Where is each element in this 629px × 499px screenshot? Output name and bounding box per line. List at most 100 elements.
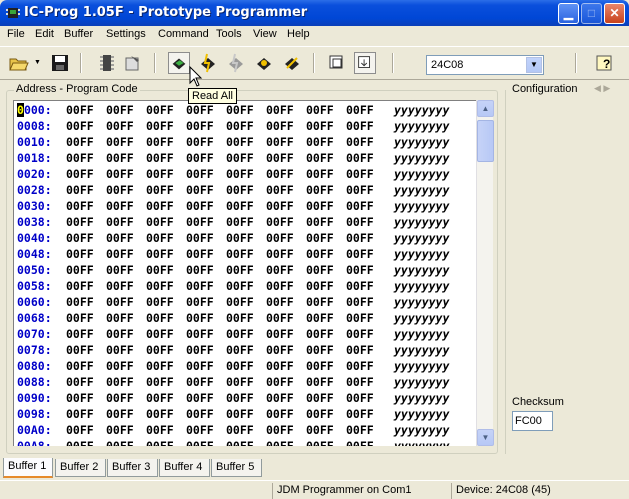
menu-settings[interactable]: Settings [106, 28, 146, 40]
hex-cell[interactable]: 00FF [226, 135, 254, 149]
hex-cell[interactable]: 00FF [226, 167, 254, 181]
hex-cell[interactable]: 00FF [146, 183, 174, 197]
hex-cell[interactable]: 00FF [186, 327, 214, 341]
hex-cell[interactable]: 00FF [146, 311, 174, 325]
menu-help[interactable]: Help [287, 28, 310, 40]
menu-command[interactable]: Command [158, 28, 209, 40]
hex-cell[interactable]: 00FF [146, 279, 174, 293]
hex-cell[interactable]: 00FF [266, 439, 294, 446]
hex-cell[interactable]: 00FF [266, 231, 294, 245]
hex-cell[interactable]: 00FF [106, 423, 134, 437]
hex-cell[interactable]: 00FF [226, 199, 254, 213]
hex-row[interactable]: 0030: 00FF 00FF 00FF 00FF 00FF 00FF 00FF 00FF yyy… [17, 199, 449, 215]
scroll-thumb[interactable] [477, 120, 494, 162]
hex-cell[interactable]: 00FF [306, 327, 334, 341]
hex-row[interactable]: 0060: 00FF 00FF 00FF 00FF 00FF 00FF 00FF 00FF yyy… [17, 295, 449, 311]
hex-cell[interactable]: 00FF [186, 183, 214, 197]
hex-row[interactable]: 0010: 00FF 00FF 00FF 00FF 00FF 00FF 00FF 00FF yyy… [17, 135, 449, 151]
hex-cell[interactable]: 00FF [266, 151, 294, 165]
hex-cell[interactable]: 00FF [106, 439, 134, 446]
hex-cell[interactable]: 00FF [306, 439, 334, 446]
hex-cell[interactable]: 00FF [346, 359, 374, 373]
hex-cell[interactable]: 00FF [66, 391, 94, 405]
hex-cell[interactable]: 00FF [346, 119, 374, 133]
hex-cell[interactable]: 00FF [226, 407, 254, 421]
hex-cell[interactable]: 00FF [186, 247, 214, 261]
hex-cell[interactable]: 00FF [66, 247, 94, 261]
hex-cell[interactable]: 00FF [346, 231, 374, 245]
hex-cell[interactable]: 00FF [226, 343, 254, 357]
hex-cell[interactable]: 00FF [346, 391, 374, 405]
hex-cell[interactable]: 00FF [146, 135, 174, 149]
hex-cell[interactable]: 00FF [106, 151, 134, 165]
hex-cell[interactable]: 00FF [266, 423, 294, 437]
hex-cell[interactable]: 00FF [226, 247, 254, 261]
hex-cell[interactable]: 00FF [266, 247, 294, 261]
menu-tools[interactable]: Tools [216, 28, 242, 40]
hex-cell[interactable]: 00FF [66, 199, 94, 213]
hex-cell[interactable]: 00FF [66, 103, 94, 117]
hex-cell[interactable]: 00FF [266, 183, 294, 197]
hex-row[interactable]: 0078: 00FF 00FF 00FF 00FF 00FF 00FF 00FF 00FF yyy… [17, 343, 449, 359]
hex-cell[interactable]: 00FF [266, 135, 294, 149]
hex-cell[interactable]: 00FF [266, 295, 294, 309]
hex-cell[interactable]: 00FF [266, 167, 294, 181]
hex-cell[interactable]: 00FF [66, 375, 94, 389]
chip-icon[interactable] [96, 52, 118, 74]
edit-cursor[interactable]: 0 [17, 103, 24, 117]
buffer-toggle-icon[interactable] [354, 52, 376, 74]
hex-cell[interactable]: 00FF [146, 359, 174, 373]
hex-row[interactable]: 0080: 00FF 00FF 00FF 00FF 00FF 00FF 00FF 00FF yyy… [17, 359, 449, 375]
minimize-button[interactable]: ▁ [558, 3, 579, 24]
hex-cell[interactable]: 00FF [226, 231, 254, 245]
hex-cell[interactable]: 00FF [266, 359, 294, 373]
hex-cell[interactable]: 00FF [346, 375, 374, 389]
hex-cell[interactable]: 00FF [106, 359, 134, 373]
hex-cell[interactable]: 00FF [186, 103, 214, 117]
hex-row[interactable]: 0008: 00FF 00FF 00FF 00FF 00FF 00FF 00FF 00FF yyy… [17, 119, 449, 135]
hex-cell[interactable]: 00FF [306, 311, 334, 325]
hex-cell[interactable]: 00FF [306, 423, 334, 437]
hex-cell[interactable]: 00FF [66, 183, 94, 197]
tab-buffer-1[interactable]: Buffer 1 [3, 458, 53, 478]
tab-buffer-5[interactable]: Buffer 5 [211, 459, 262, 477]
hex-row[interactable]: 0050: 00FF 00FF 00FF 00FF 00FF 00FF 00FF 00FF yyy… [17, 263, 449, 279]
hex-cell[interactable]: 00FF [226, 295, 254, 309]
hex-cell[interactable]: 00FF [226, 359, 254, 373]
open-folder-icon[interactable] [8, 52, 30, 74]
hex-cell[interactable]: 00FF [66, 327, 94, 341]
hex-cell[interactable]: 00FF [66, 231, 94, 245]
hex-row[interactable]: 0068: 00FF 00FF 00FF 00FF 00FF 00FF 00FF 00FF yyy… [17, 311, 449, 327]
scroll-down-button[interactable]: ▼ [477, 429, 494, 446]
hex-cell[interactable]: 00FF [226, 311, 254, 325]
hex-cell[interactable]: 00FF [266, 327, 294, 341]
hex-cell[interactable]: 00FF [226, 327, 254, 341]
hex-cell[interactable]: 00FF [146, 391, 174, 405]
hex-cell[interactable]: 00FF [346, 151, 374, 165]
hex-cell[interactable]: 00FF [346, 103, 374, 117]
hex-row[interactable]: 0048: 00FF 00FF 00FF 00FF 00FF 00FF 00FF 00FF yyy… [17, 247, 449, 263]
hex-cell[interactable]: 00FF [186, 311, 214, 325]
hex-cell[interactable]: 00FF [66, 311, 94, 325]
hex-cell[interactable]: 00FF [346, 247, 374, 261]
hex-row[interactable]: 0040: 00FF 00FF 00FF 00FF 00FF 00FF 00FF 00FF yyy… [17, 231, 449, 247]
hex-cell[interactable]: 00FF [146, 263, 174, 277]
close-button[interactable]: ✕ [604, 3, 625, 24]
hex-cell[interactable]: 00FF [306, 295, 334, 309]
hex-cell[interactable]: 00FF [266, 407, 294, 421]
hex-cell[interactable]: 00FF [186, 135, 214, 149]
hex-cell[interactable]: 00FF [266, 375, 294, 389]
chevron-down-icon[interactable]: ▼ [526, 57, 542, 73]
hex-cell[interactable]: 00FF [266, 391, 294, 405]
hex-cell[interactable]: 00FF [266, 279, 294, 293]
hex-cell[interactable]: 00FF [66, 295, 94, 309]
hex-cell[interactable]: 00FF [146, 407, 174, 421]
hex-cell[interactable]: 00FF [146, 327, 174, 341]
hex-cell[interactable]: 00FF [186, 263, 214, 277]
hex-cell[interactable]: 00FF [106, 231, 134, 245]
hex-cell[interactable]: 00FF [146, 215, 174, 229]
hex-cell[interactable]: 00FF [346, 439, 374, 446]
hex-row[interactable]: 0098: 00FF 00FF 00FF 00FF 00FF 00FF 00FF 00FF yyy… [17, 407, 449, 423]
hex-cell[interactable]: 00FF [346, 423, 374, 437]
hex-cell[interactable]: 00FF [306, 167, 334, 181]
